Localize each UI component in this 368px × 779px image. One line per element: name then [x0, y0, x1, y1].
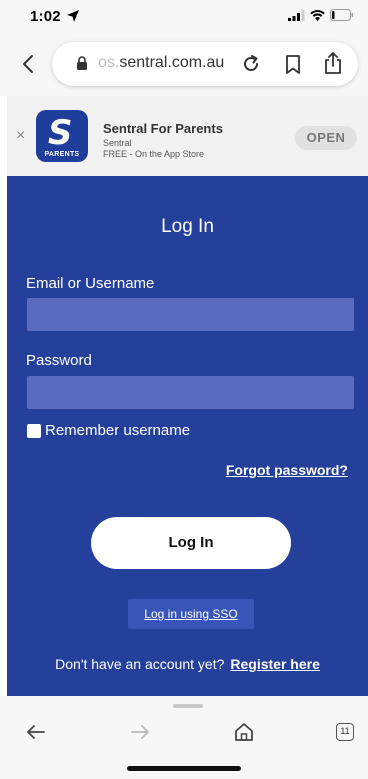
smart-app-banner: × S PARENTS Sentral For Parents Sentral …: [7, 96, 368, 176]
status-indicators: [288, 9, 354, 21]
app-name: Sentral For Parents: [103, 121, 223, 136]
login-panel: Log In Email or Username Password Rememb…: [7, 176, 368, 696]
reload-icon[interactable]: [240, 53, 262, 75]
url-domain: sentral.com.au: [119, 54, 225, 71]
app-icon-label: PARENTS: [44, 151, 80, 158]
app-icon[interactable]: S PARENTS: [36, 110, 88, 162]
lock-icon: [77, 56, 87, 70]
home-icon[interactable]: [232, 720, 256, 744]
url-faded-part: os.: [98, 54, 120, 71]
browser-bottom-toolbar: 11: [0, 696, 368, 779]
remember-checkbox[interactable]: [27, 423, 41, 438]
remember-label[interactable]: Remember username: [45, 422, 190, 439]
location-arrow-icon: [67, 10, 79, 22]
bookmark-icon[interactable]: [282, 53, 304, 75]
page-title: Log In: [161, 216, 214, 237]
login-button[interactable]: Log In: [91, 517, 291, 569]
remember-row[interactable]: Remember username: [27, 422, 190, 439]
open-app-button[interactable]: OPEN: [295, 126, 357, 150]
signal-icon: [288, 9, 305, 21]
status-bar: 1:02: [0, 0, 368, 34]
register-link[interactable]: Register here: [230, 656, 319, 672]
email-field[interactable]: [27, 298, 354, 331]
register-prompt: Don't have an account yet?: [55, 656, 225, 672]
password-field[interactable]: [27, 376, 354, 409]
sso-login-button[interactable]: Log in using SSO: [128, 599, 254, 629]
browser-url-bar: os.sentral.com.au: [0, 34, 368, 96]
address-bar[interactable]: os.sentral.com.au: [52, 42, 358, 86]
close-icon[interactable]: ×: [16, 127, 25, 145]
app-icon-letter: S: [48, 113, 73, 153]
back-arrow-icon[interactable]: [24, 720, 48, 744]
back-chevron-icon: [23, 55, 33, 73]
password-label: Password: [26, 352, 92, 369]
url-text: os.sentral.com.au: [98, 54, 224, 72]
app-price: FREE - On the App Store: [103, 149, 205, 159]
forward-arrow-icon[interactable]: [128, 720, 152, 744]
tabs-icon: 11: [336, 723, 354, 741]
forgot-password-link[interactable]: Forgot password?: [226, 462, 348, 478]
share-icon[interactable]: [322, 51, 344, 75]
app-developer: Sentral: [103, 138, 132, 148]
status-time: 1:02: [30, 8, 61, 25]
battery-icon: [330, 9, 353, 21]
tabs-button[interactable]: 11: [336, 720, 360, 744]
toolbar-handle[interactable]: [173, 704, 203, 708]
home-indicator: [127, 766, 241, 771]
wifi-icon: [310, 9, 325, 21]
email-label: Email or Username: [26, 275, 155, 292]
register-row: Don't have an account yet? Register here: [7, 656, 368, 672]
browser-back-button[interactable]: [16, 52, 40, 76]
